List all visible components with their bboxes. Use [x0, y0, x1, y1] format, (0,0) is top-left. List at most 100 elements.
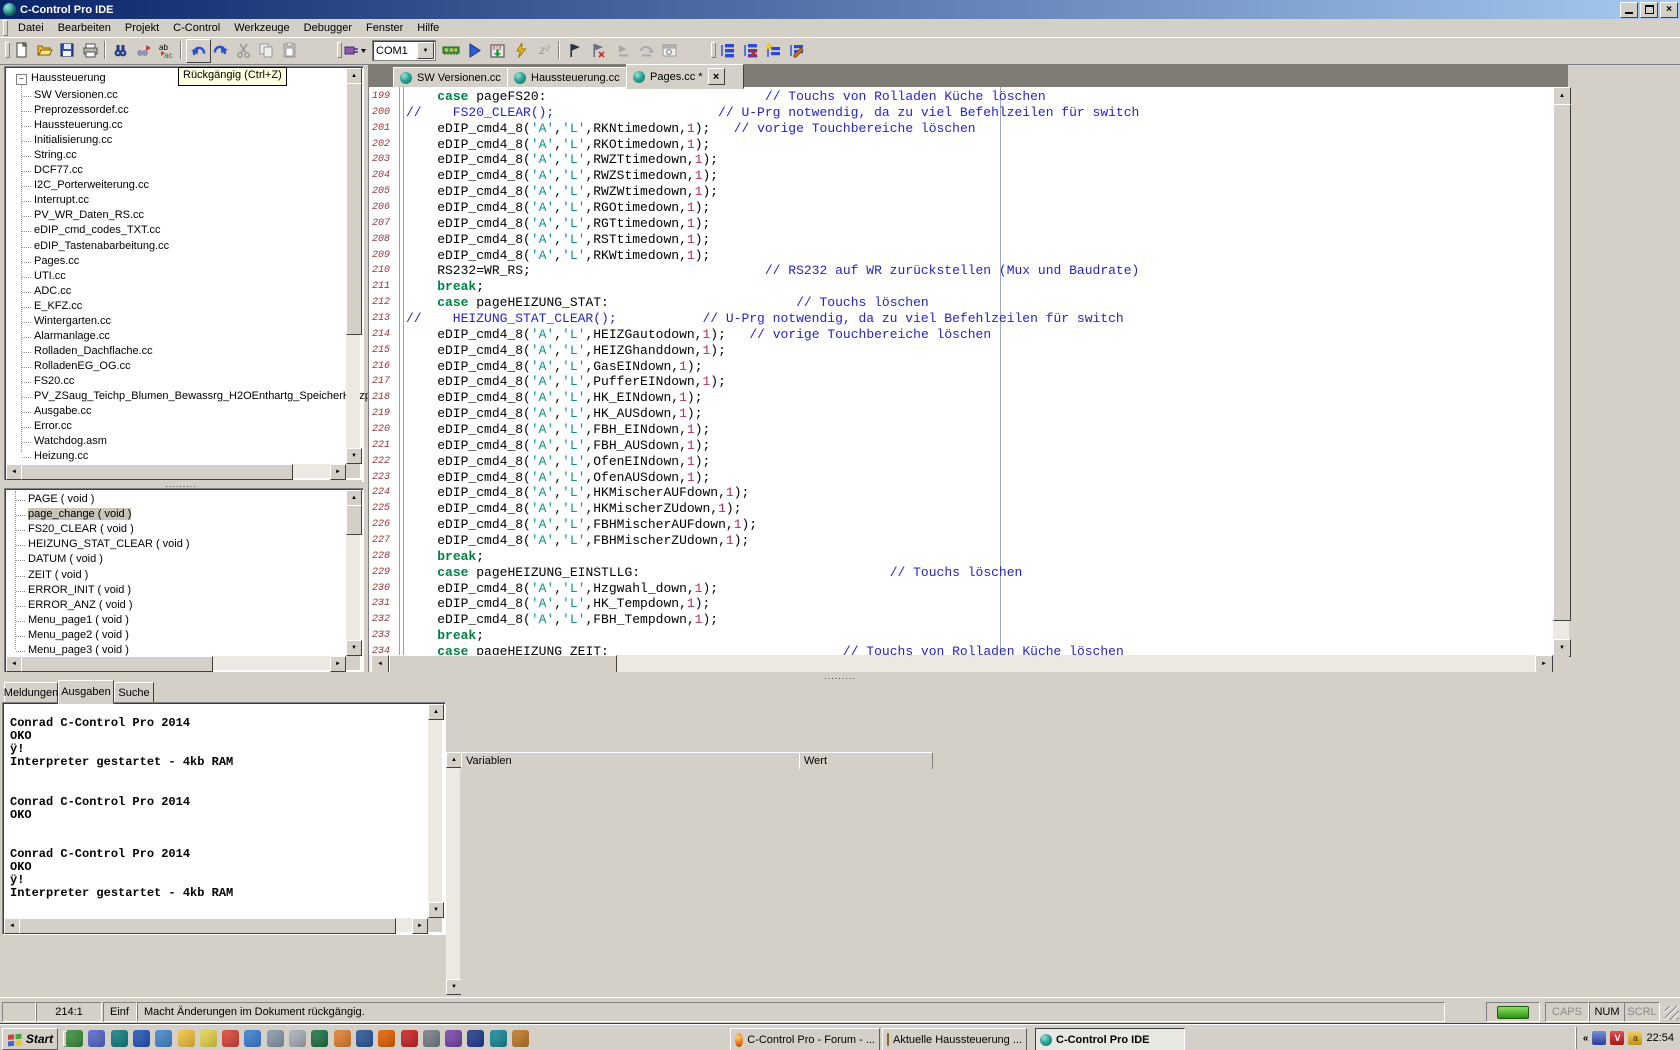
- swirl-icon[interactable]: [490, 1030, 507, 1047]
- start-button[interactable]: Start: [2, 1028, 58, 1050]
- function-item-fs20_clear[interactable]: FS20_CLEAR ( void ): [28, 523, 134, 535]
- clock-app-icon[interactable]: [334, 1030, 351, 1047]
- globe-orange-icon[interactable]: [512, 1030, 529, 1047]
- c-control-icon[interactable]: [111, 1030, 128, 1047]
- tree-vscroll-thumb[interactable]: [346, 83, 362, 335]
- tray-clock[interactable]: 22:54: [1646, 1032, 1674, 1044]
- menu-hilfe[interactable]: Hilfe: [410, 20, 446, 36]
- ram-button[interactable]: [440, 39, 463, 61]
- 3d-tool-icon[interactable]: [133, 1030, 150, 1047]
- notes-icon[interactable]: [289, 1030, 306, 1047]
- project-remove-file-button[interactable]: [739, 39, 762, 61]
- editor-vscroll-thumb[interactable]: [1553, 104, 1571, 621]
- tab-close-icon[interactable]: ×: [708, 68, 725, 85]
- paste-button[interactable]: [278, 39, 301, 61]
- output-tab-ausgaben[interactable]: Ausgaben: [58, 680, 114, 704]
- print-button[interactable]: [79, 39, 102, 61]
- scroll-left-icon[interactable]: ◄: [6, 464, 22, 480]
- tree-item-preprozessordef-cc[interactable]: Preprozessordef.cc: [34, 104, 129, 116]
- clear-breakpoints-button[interactable]: [587, 39, 610, 61]
- project-new-file-button[interactable]: [762, 39, 785, 61]
- tree-item-edip-tastenabarbeitung-cc[interactable]: eDIP_Tastenabarbeitung.cc: [34, 240, 169, 252]
- function-item-datum[interactable]: DATUM ( void ): [28, 553, 103, 565]
- tree-item-error-cc[interactable]: Error.cc: [34, 420, 72, 432]
- function-vscroll-thumb[interactable]: [346, 505, 362, 535]
- scroll-right-icon[interactable]: ►: [330, 656, 346, 672]
- editor-hscroll-thumb[interactable]: [389, 655, 617, 673]
- chrome-icon[interactable]: [222, 1030, 239, 1047]
- function-item-page[interactable]: PAGE ( void ): [28, 493, 94, 505]
- code-text[interactable]: case pageFS20: // Touchs von Rolladen Kü…: [406, 87, 1546, 655]
- output-hscrollbar[interactable]: ◄ ►: [4, 918, 428, 932]
- left-panel-splitter[interactable]: .........: [0, 480, 362, 488]
- function-item-menu_page1[interactable]: Menu_page1 ( void ): [28, 614, 129, 626]
- editor-vscrollbar[interactable]: ▲ ▼: [1553, 87, 1569, 655]
- tab-haussteuerung-cc[interactable]: Haussteuerung.cc: [507, 67, 638, 89]
- toggle-breakpoint-button[interactable]: [564, 39, 587, 61]
- menu-fenster[interactable]: Fenster: [359, 20, 410, 36]
- close-button[interactable]: ×: [1660, 2, 1678, 18]
- tree-item-sw-versionen-cc[interactable]: SW Versionen.cc: [34, 89, 118, 101]
- menu-c-control[interactable]: C-Control: [166, 20, 227, 36]
- scroll-up-icon[interactable]: ▲: [1553, 87, 1571, 105]
- undo-button[interactable]: [186, 39, 211, 63]
- menu-debugger[interactable]: Debugger: [297, 20, 359, 36]
- menu-bearbeiten[interactable]: Bearbeiten: [51, 20, 118, 36]
- project-edit-button[interactable]: [785, 39, 808, 61]
- output-panel[interactable]: Conrad C-Control Pro 2014OKOÿ!Interprete…: [2, 702, 446, 935]
- code-editor[interactable]: 1992002012022032042052062072082092102112…: [368, 87, 1569, 672]
- tree-item-pv-wr-daten-rs-cc[interactable]: PV_WR_Daten_RS.cc: [34, 209, 144, 221]
- output-tab-meldungen[interactable]: Meldungen: [4, 682, 58, 704]
- tree-item-edip-cmd-codes-txt-cc[interactable]: eDIP_cmd_codes_TXT.cc: [34, 224, 161, 236]
- tree-item-fs20-cc[interactable]: FS20.cc: [34, 375, 74, 387]
- taskbar-button-aktuelle-haussteuerung-[interactable]: Aktuelle Haussteuerung ...: [882, 1028, 1027, 1050]
- messenger-icon[interactable]: [88, 1030, 105, 1047]
- tree-vscrollbar[interactable]: ▲ ▼: [346, 68, 360, 464]
- function-item-page_change[interactable]: page_change ( void ): [28, 508, 131, 520]
- redo-button[interactable]: [209, 39, 232, 61]
- tree-item-rolladeneg-og-cc[interactable]: RolladenEG_OG.cc: [34, 360, 131, 372]
- cut-button[interactable]: [232, 39, 255, 61]
- tree-item-wintergarten-cc[interactable]: Wintergarten.cc: [34, 315, 111, 327]
- tree-item-dcf77-cc[interactable]: DCF77.cc: [34, 164, 83, 176]
- function-item-zeit[interactable]: ZEIT ( void ): [28, 569, 88, 581]
- compile-start-button[interactable]: [463, 39, 486, 61]
- watch-column-variablen[interactable]: Variablen: [461, 752, 803, 770]
- menu-werkzeuge[interactable]: Werkzeuge: [227, 20, 296, 36]
- scroll-down-icon[interactable]: ▼: [446, 979, 462, 995]
- tree-item-ausgabe-cc[interactable]: Ausgabe.cc: [34, 405, 91, 417]
- function-vscrollbar[interactable]: ▲ ▼: [346, 490, 360, 656]
- minimize-button[interactable]: [1620, 2, 1638, 18]
- output-hscroll-thumb[interactable]: [19, 918, 396, 934]
- function-item-error_init[interactable]: ERROR_INIT ( void ): [28, 584, 131, 596]
- scroll-down-icon[interactable]: ▼: [346, 640, 362, 656]
- new-file-button[interactable]: [10, 39, 33, 61]
- tree-item-haussteuerung-cc[interactable]: Haussteuerung.cc: [34, 119, 123, 131]
- com-port-select[interactable]: COM1 ▼: [372, 40, 436, 61]
- scroll-down-icon[interactable]: ▼: [428, 902, 444, 918]
- project-add-file-button[interactable]: [716, 39, 739, 61]
- watch-vscrollbar[interactable]: ▲ ▼: [446, 752, 460, 995]
- scroll-left-icon[interactable]: ◄: [4, 918, 20, 934]
- tree-item-interrupt-cc[interactable]: Interrupt.cc: [34, 194, 89, 206]
- tree-item-pages-cc[interactable]: Pages.cc: [34, 255, 79, 267]
- upload-program-button[interactable]: 010: [486, 39, 509, 61]
- antivirus-tray-icon[interactable]: V: [1610, 1031, 1624, 1045]
- function-item-error_anz[interactable]: ERROR_ANZ ( void ): [28, 599, 133, 611]
- editor-app-icon[interactable]: [155, 1030, 172, 1047]
- function-hscroll-thumb[interactable]: [21, 656, 213, 672]
- bulb-icon[interactable]: [200, 1030, 217, 1047]
- restore-button[interactable]: [1640, 2, 1658, 18]
- tab-sw-versionen-cc[interactable]: SW Versionen.cc: [393, 67, 519, 89]
- copy-button[interactable]: [255, 39, 278, 61]
- tree-hscrollbar[interactable]: ◄ ►: [6, 464, 346, 478]
- scroll-down-icon[interactable]: ▼: [346, 448, 362, 464]
- scroll-left-icon[interactable]: ◄: [6, 656, 22, 672]
- antivirus-icon[interactable]: [401, 1030, 418, 1047]
- menu-datei[interactable]: Datei: [11, 20, 51, 36]
- debug-button[interactable]: [510, 39, 533, 61]
- replace-button[interactable]: abac: [155, 39, 178, 61]
- tree-item-alarmanlage-cc[interactable]: Alarmanlage.cc: [34, 330, 110, 342]
- function-item-heizung_stat_clear[interactable]: HEIZUNG_STAT_CLEAR ( void ): [28, 538, 190, 550]
- tab-pages-cc-[interactable]: Pages.cc *×: [626, 64, 744, 89]
